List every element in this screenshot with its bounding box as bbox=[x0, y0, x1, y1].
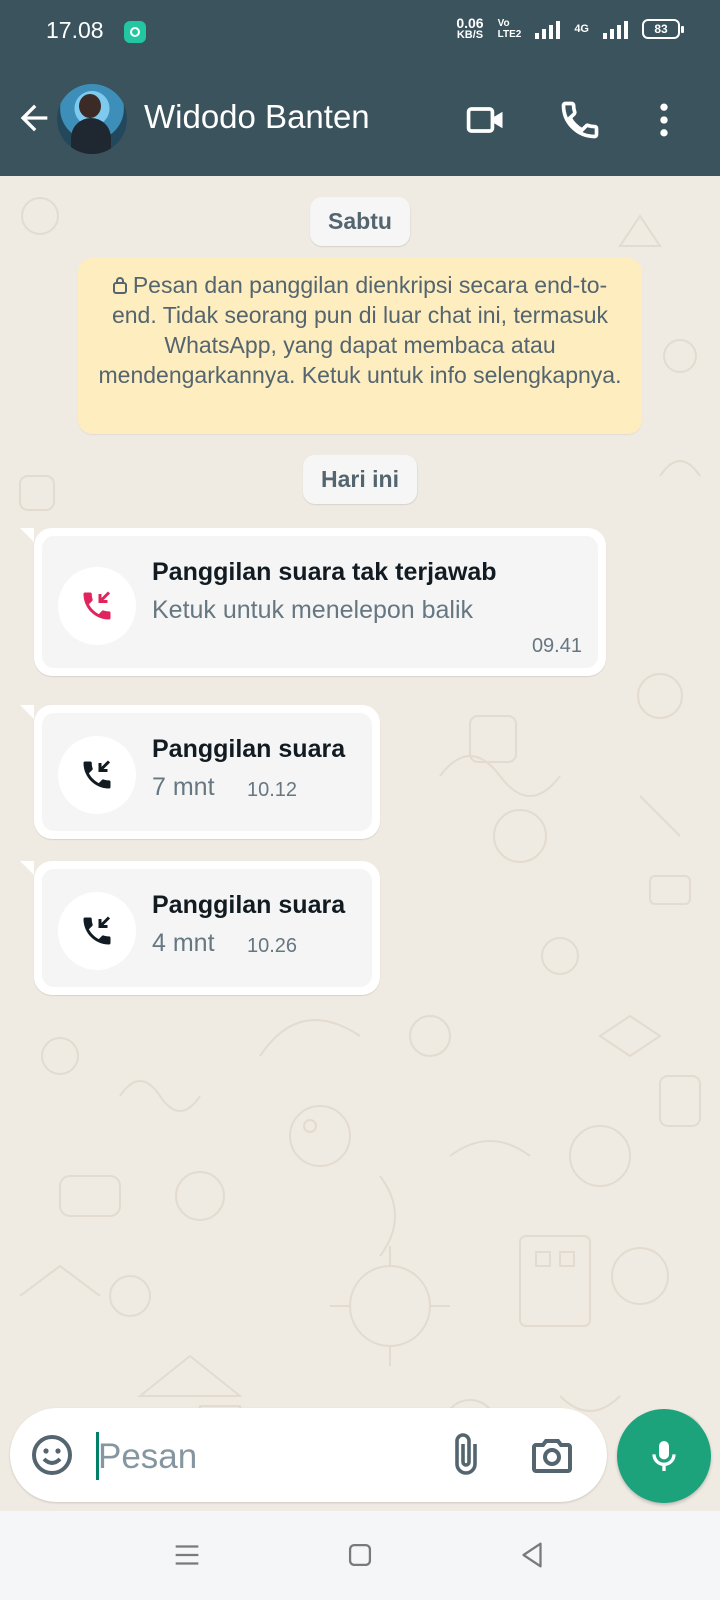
status-indicators: 0.06 KB/S Vo LTE2 4G 83 bbox=[456, 15, 684, 41]
incoming-call-icon bbox=[58, 736, 136, 814]
back-arrow-icon[interactable] bbox=[14, 98, 54, 138]
clock: 17.08 bbox=[46, 17, 104, 43]
call-title: Panggilan suara tak terjawab bbox=[152, 558, 497, 586]
missed-call-icon bbox=[58, 567, 136, 645]
message-time: 10.26 bbox=[247, 935, 298, 957]
volte-indicator: Vo LTE2 bbox=[497, 18, 522, 40]
battery-level: 83 bbox=[654, 22, 668, 36]
chat-area[interactable]: Sabtu Pesan dan panggilan dienkripsi sec… bbox=[0, 176, 720, 1511]
call-duration: 4 mnt bbox=[152, 929, 215, 957]
attach-icon[interactable] bbox=[442, 1431, 490, 1479]
message-time: 09.41 bbox=[531, 635, 582, 657]
net-speed: 0.06 KB/S bbox=[456, 15, 484, 41]
call-duration: 7 mnt bbox=[152, 773, 215, 801]
encryption-notice-text: Pesan dan panggilan dienkripsi secara en… bbox=[98, 272, 622, 388]
status-bar: 17.08 0.06 KB/S Vo LTE2 4G 83 bbox=[0, 0, 720, 62]
video-call-icon[interactable] bbox=[464, 98, 508, 142]
back-nav-icon[interactable] bbox=[515, 1538, 549, 1572]
message-input[interactable]: Pesan bbox=[98, 1437, 197, 1477]
call-title: Panggilan suara bbox=[152, 891, 346, 919]
emoji-icon[interactable] bbox=[28, 1431, 76, 1479]
message-time: 10.12 bbox=[247, 779, 298, 801]
mic-icon bbox=[652, 1441, 676, 1471]
voice-call-icon[interactable] bbox=[558, 98, 602, 142]
signal-icon-2 bbox=[603, 19, 628, 39]
mic-button[interactable] bbox=[617, 1409, 711, 1503]
encryption-notice[interactable]: Pesan dan panggilan dienkripsi secara en… bbox=[78, 258, 642, 434]
battery-icon: 83 bbox=[642, 19, 684, 39]
notification-app-icon bbox=[124, 21, 146, 43]
contact-name[interactable]: Widodo Banten bbox=[144, 98, 370, 136]
more-options-icon[interactable] bbox=[642, 98, 686, 142]
missed-call-message[interactable]: Panggilan suara tak terjawab Ketuk untuk… bbox=[20, 528, 606, 676]
voice-call-message[interactable]: Panggilan suara 4 mnt 10.26 bbox=[20, 861, 380, 995]
message-composer[interactable]: Pesan bbox=[10, 1408, 607, 1502]
lock-icon bbox=[112, 277, 127, 294]
call-title: Panggilan suara bbox=[152, 735, 346, 763]
signal-icon bbox=[535, 19, 561, 39]
incoming-call-icon bbox=[58, 892, 136, 970]
home-icon[interactable] bbox=[343, 1538, 377, 1572]
avatar[interactable] bbox=[57, 84, 127, 154]
network-type: 4G bbox=[574, 23, 589, 35]
call-subtitle: Ketuk untuk menelepon balik bbox=[152, 596, 474, 624]
camera-icon[interactable] bbox=[528, 1431, 576, 1479]
menu-icon[interactable] bbox=[170, 1538, 204, 1572]
chat-header: Widodo Banten bbox=[0, 62, 720, 176]
date-chip: Sabtu bbox=[310, 197, 410, 246]
voice-call-message[interactable]: Panggilan suara 7 mnt 10.12 bbox=[20, 705, 380, 839]
system-nav-bar bbox=[0, 1511, 720, 1600]
date-chip: Hari ini bbox=[303, 455, 417, 504]
